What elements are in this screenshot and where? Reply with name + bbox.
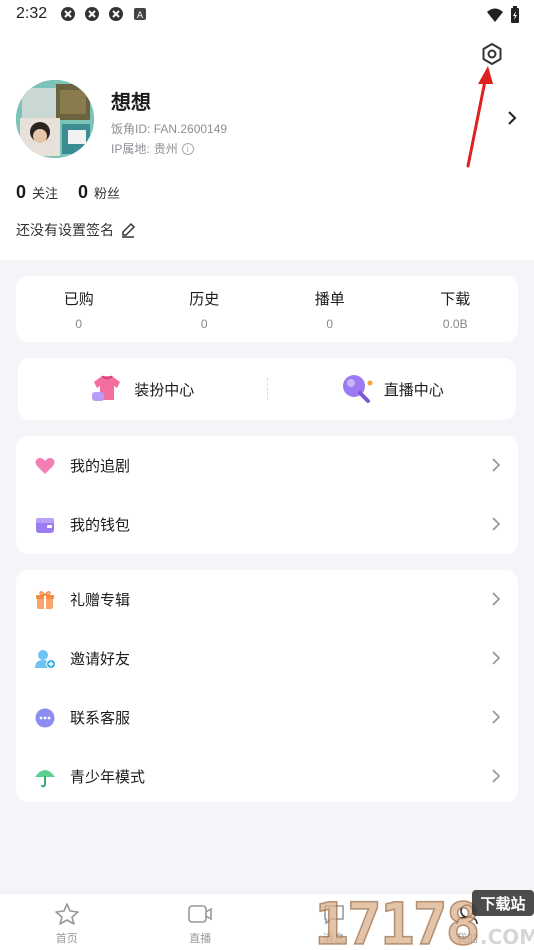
profile-chevron-right-icon[interactable] — [506, 109, 518, 127]
center-label: 直播中心 — [383, 381, 444, 399]
nav-home[interactable]: 首页 — [0, 894, 134, 950]
heart-icon — [35, 457, 55, 474]
chevron-right-icon — [492, 710, 500, 724]
stat-purchased[interactable]: 已购 0 — [16, 276, 142, 342]
stat-history[interactable]: 历史 0 — [142, 276, 268, 342]
stat-download[interactable]: 下载 0.0B — [393, 276, 519, 342]
umbrella-icon — [35, 769, 55, 787]
nav-live[interactable]: 直播 — [134, 894, 268, 950]
site-watermark-logo: 17178 下载站 .COM — [313, 889, 534, 950]
my-wallet-item[interactable]: 我的钱包 — [16, 495, 518, 554]
svg-text:A: A — [137, 11, 144, 21]
battery-icon — [511, 6, 519, 23]
menu-group-2: 礼赠专辑 邀请好友 联系客服 青少年模式 — [16, 570, 518, 802]
center-card: 装扮中心 直播中心 — [18, 358, 516, 420]
following-label[interactable]: 关注 — [32, 183, 58, 202]
notification-icons: A — [60, 6, 148, 22]
stat-value: 0 — [326, 316, 334, 331]
shirt-icon — [92, 375, 121, 401]
edit-pencil-icon[interactable] — [120, 222, 136, 238]
gift-album-item[interactable]: 礼赠专辑 — [16, 570, 518, 629]
stat-label: 下载 — [440, 290, 471, 308]
following-count[interactable]: 0 — [16, 182, 26, 203]
live-icon — [188, 905, 213, 923]
stat-label: 播单 — [314, 290, 345, 308]
microphone-icon — [342, 375, 373, 403]
info-icon[interactable]: i — [181, 142, 194, 155]
fan-id-value: FAN.2600149 — [153, 122, 228, 136]
menu-label: 我的追剧 — [70, 458, 131, 475]
menu-label: 邀请好友 — [70, 651, 131, 668]
menu-group-1: 我的追剧 我的钱包 — [16, 436, 518, 554]
signature[interactable]: 还没有设置签名 — [16, 220, 136, 240]
menu-label: 礼赠专辑 — [70, 592, 131, 609]
fans-count[interactable]: 0 — [78, 182, 88, 203]
system-icons — [486, 6, 520, 24]
app-notification-icon — [109, 7, 123, 21]
a-box-icon: A — [134, 8, 146, 21]
chevron-right-icon — [492, 517, 500, 531]
youth-mode-item[interactable]: 青少年模式 — [16, 747, 518, 806]
avatar-image — [16, 80, 94, 158]
center-label: 装扮中心 — [134, 381, 195, 399]
chat-icon — [35, 708, 55, 727]
fan-id: 饭角ID: FAN.2600149 — [111, 120, 227, 137]
chevron-right-icon — [492, 769, 500, 783]
invite-friends-item[interactable]: 邀请好友 — [16, 629, 518, 688]
stat-playlist[interactable]: 播单 0 — [267, 276, 393, 342]
ip-location: IP属地: 贵州 i — [111, 140, 194, 157]
stat-value: 0.0B — [442, 316, 468, 331]
stat-label: 历史 — [189, 290, 220, 308]
watermark-domain: .COM — [480, 925, 534, 949]
avatar[interactable] — [16, 80, 94, 158]
watermark-number: 17178 — [314, 890, 479, 950]
app-notification-icon — [85, 7, 99, 21]
dress-up-center-button[interactable]: 装扮中心 — [18, 374, 267, 404]
status-bar: 2:32 A — [0, 0, 534, 30]
nav-label: 首页 — [55, 933, 78, 945]
invite-user-icon — [35, 649, 56, 669]
username: 想想 — [111, 92, 151, 114]
nav-label: 直播 — [189, 933, 212, 945]
live-center-button[interactable]: 直播中心 — [268, 373, 517, 405]
fans-label[interactable]: 粉丝 — [94, 183, 120, 202]
menu-label: 联系客服 — [70, 710, 131, 727]
home-icon — [54, 903, 79, 925]
stat-value: 0 — [200, 316, 208, 331]
my-dramas-item[interactable]: 我的追剧 — [16, 436, 518, 495]
signature-text: 还没有设置签名 — [16, 222, 114, 238]
menu-label: 青少年模式 — [70, 769, 146, 786]
wallet-icon — [36, 517, 54, 533]
gift-icon — [36, 590, 54, 609]
wifi-icon — [487, 8, 503, 22]
stat-value: 0 — [75, 316, 83, 331]
menu-label: 我的钱包 — [70, 517, 131, 534]
watermark-sub: 下载站 — [480, 895, 525, 913]
fan-id-label: 饭角ID: — [111, 122, 151, 136]
contact-service-item[interactable]: 联系客服 — [16, 688, 518, 747]
follow-stats: 0 关注 0 粉丝 — [16, 182, 134, 203]
status-time: 2:32 — [16, 5, 48, 22]
chevron-right-icon — [492, 592, 500, 606]
chevron-right-icon — [492, 651, 500, 665]
stats-card: 已购 0 历史 0 播单 0 下载 0.0B — [16, 276, 518, 342]
chevron-right-icon — [492, 458, 500, 472]
ip-value: 贵州 — [153, 142, 178, 156]
ip-label: IP属地: — [111, 142, 150, 156]
app-notification-icon — [61, 7, 75, 21]
red-annotation-arrow — [466, 66, 493, 168]
stat-label: 已购 — [63, 290, 94, 308]
